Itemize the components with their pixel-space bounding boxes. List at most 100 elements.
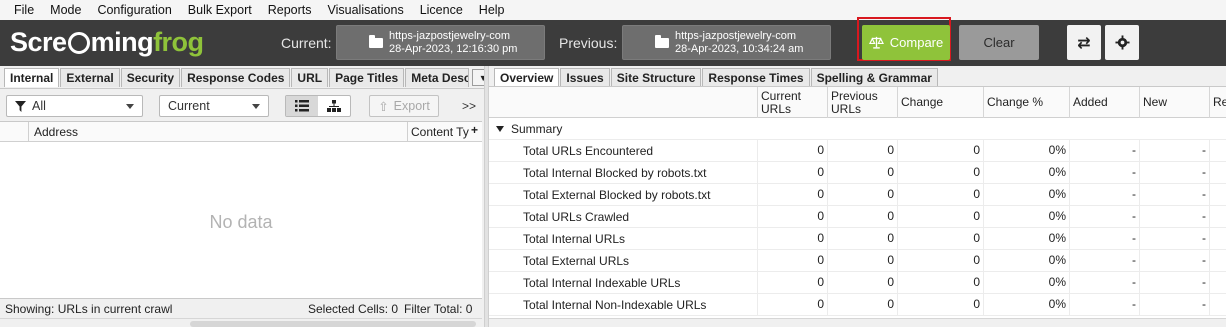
- overview-table: Current URLs Previous URLs Change Change…: [489, 86, 1226, 318]
- menu-help[interactable]: Help: [471, 3, 513, 17]
- col-new[interactable]: New: [1139, 87, 1209, 118]
- cell-pct: 0%: [983, 140, 1069, 162]
- cell-removed: [1209, 184, 1226, 206]
- crawl-mode-dropdown[interactable]: Current: [159, 95, 269, 117]
- cell-new: -: [1139, 184, 1209, 206]
- overview-table-row[interactable]: Total Internal Indexable URLs 0 0 0 0% - -: [489, 272, 1226, 294]
- cell-new: -: [1139, 294, 1209, 316]
- cell-added: -: [1069, 206, 1139, 228]
- menu-file[interactable]: File: [6, 3, 42, 17]
- cell-previous: 0: [827, 228, 897, 250]
- previous-crawl-selector[interactable]: https-jazpostjewelry-com 28-Apr-2023, 10…: [622, 25, 831, 60]
- cell-new: -: [1139, 250, 1209, 272]
- col-change-percent[interactable]: Change %: [983, 87, 1069, 118]
- overview-table-row[interactable]: Total Internal Non-Indexable URLs 0 0 0 0% - -: [489, 294, 1226, 316]
- tab-response-times[interactable]: Response Times: [702, 68, 810, 87]
- menu-reports[interactable]: Reports: [260, 3, 320, 17]
- chevron-down-icon: [126, 104, 134, 109]
- more-toolbar-button[interactable]: >>: [462, 99, 476, 113]
- cell-previous: 0: [827, 272, 897, 294]
- menu-bar: File Mode Configuration Bulk Export Repo…: [0, 0, 1226, 20]
- cell-current: 0: [757, 162, 827, 184]
- gear-icon: [1114, 35, 1130, 50]
- cell-current: 0: [757, 250, 827, 272]
- chevron-down-icon: [252, 104, 260, 109]
- tab-site-structure[interactable]: Site Structure: [610, 68, 702, 87]
- menu-visualisations[interactable]: Visualisations: [320, 3, 412, 17]
- filter-dropdown[interactable]: All: [6, 95, 143, 117]
- filter-value: All: [32, 99, 46, 113]
- tab-response-codes[interactable]: Response Codes: [181, 68, 291, 87]
- tab-internal[interactable]: Internal: [4, 68, 60, 87]
- cell-pct: 0%: [983, 162, 1069, 184]
- cell-removed: [1209, 206, 1226, 228]
- tab-security[interactable]: Security: [120, 68, 181, 87]
- col-removed[interactable]: Re: [1209, 87, 1226, 118]
- cell-pct: 0%: [983, 228, 1069, 250]
- cell-current: 0: [757, 294, 827, 316]
- menu-licence[interactable]: Licence: [412, 3, 471, 17]
- col-content-type[interactable]: Content Ty: [411, 125, 469, 139]
- overview-table-row[interactable]: Total Internal Blocked by robots.txt 0 0 0 0…: [489, 162, 1226, 184]
- col-added[interactable]: Added: [1069, 87, 1139, 118]
- tab-page-titles[interactable]: Page Titles: [329, 68, 405, 87]
- collapse-triangle-icon[interactable]: [496, 126, 504, 132]
- cell-change: 0: [897, 272, 983, 294]
- export-button[interactable]: ⇧ Export: [369, 95, 439, 117]
- scrollbar-thumb[interactable]: [190, 321, 476, 327]
- overview-table-row[interactable]: Total Internal URLs 0 0 0 0% - -: [489, 228, 1226, 250]
- col-address[interactable]: Address: [34, 125, 78, 139]
- cell-previous: 0: [827, 294, 897, 316]
- cell-previous: 0: [827, 250, 897, 272]
- metric-name: Total Internal Non-Indexable URLs: [523, 298, 707, 312]
- menu-configuration[interactable]: Configuration: [89, 3, 179, 17]
- url-table-header: Address Content Ty +: [0, 122, 482, 142]
- cell-previous: 0: [827, 184, 897, 206]
- tab-overview[interactable]: Overview: [494, 68, 560, 87]
- right-tab-bar: Overview Issues Site Structure Response …: [494, 68, 939, 87]
- compare-label: Compare: [889, 35, 944, 50]
- swap-button[interactable]: ⇄: [1067, 25, 1101, 60]
- tab-spelling-grammar[interactable]: Spelling & Grammar: [810, 68, 938, 87]
- col-current-urls[interactable]: Current URLs: [757, 87, 827, 118]
- compare-button[interactable]: Compare: [862, 25, 950, 60]
- tab-issues[interactable]: Issues: [560, 68, 610, 87]
- cell-pct: 0%: [983, 272, 1069, 294]
- cell-pct: 0%: [983, 206, 1069, 228]
- cell-previous: 0: [827, 162, 897, 184]
- tree-view-button[interactable]: [318, 96, 350, 116]
- add-column-button[interactable]: +: [471, 123, 478, 137]
- current-crawl-selector[interactable]: https-jazpostjewelry-com 28-Apr-2023, 12…: [336, 25, 545, 60]
- menu-bulk-export[interactable]: Bulk Export: [180, 3, 260, 17]
- metric-name: Total External URLs: [523, 254, 630, 268]
- cell-new: -: [1139, 206, 1209, 228]
- previous-crawl-url: https-jazpostjewelry-com: [675, 30, 797, 42]
- overview-table-row[interactable]: Total URLs Crawled 0 0 0 0% - -: [489, 206, 1226, 228]
- cell-removed: [1209, 250, 1226, 272]
- summary-label: Summary: [511, 122, 563, 136]
- left-horizontal-scrollbar[interactable]: [0, 318, 482, 327]
- tab-external[interactable]: External: [60, 68, 120, 87]
- overview-table-row[interactable]: Total External Blocked by robots.txt 0 0 0 0…: [489, 184, 1226, 206]
- cell-added: -: [1069, 162, 1139, 184]
- summary-group-row[interactable]: Summary: [489, 118, 1226, 140]
- list-view-button[interactable]: [286, 96, 318, 116]
- cell-new: -: [1139, 140, 1209, 162]
- metric-name: Total Internal URLs: [523, 232, 626, 246]
- right-horizontal-scrollbar[interactable]: [489, 318, 1226, 327]
- view-toggle: [285, 95, 351, 117]
- tab-url[interactable]: URL: [291, 68, 329, 87]
- overview-table-row[interactable]: Total URLs Encountered 0 0 0 0% - -: [489, 140, 1226, 162]
- col-change[interactable]: Change: [897, 87, 983, 118]
- tab-meta-description[interactable]: Meta Descri: [405, 68, 470, 87]
- settings-button[interactable]: [1105, 25, 1139, 60]
- cell-current: 0: [757, 228, 827, 250]
- showing-status: Showing: URLs in current crawl: [5, 302, 173, 316]
- overview-table-row[interactable]: Total External URLs 0 0 0 0% - -: [489, 250, 1226, 272]
- metric-name: Total URLs Encountered: [523, 144, 654, 158]
- menu-mode[interactable]: Mode: [42, 3, 89, 17]
- col-previous-urls[interactable]: Previous URLs: [827, 87, 897, 118]
- clear-button[interactable]: Clear: [959, 25, 1039, 60]
- tree-view-icon: [327, 100, 341, 112]
- current-label: Current:: [281, 35, 332, 51]
